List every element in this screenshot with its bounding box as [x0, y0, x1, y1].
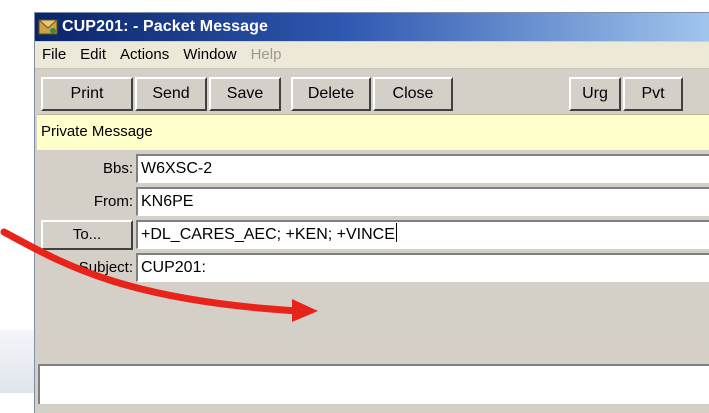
message-body-area[interactable]	[38, 364, 709, 404]
send-button[interactable]: Send	[135, 77, 207, 111]
menu-window[interactable]: Window	[176, 42, 243, 68]
from-row: From: KN6PE	[35, 186, 709, 218]
bbs-field[interactable]: W6XSC-2	[136, 154, 709, 183]
to-field[interactable]: +DL_CARES_AEC; +KEN; +VINCE	[136, 220, 709, 249]
print-button[interactable]: Print	[41, 77, 133, 111]
menu-edit[interactable]: Edit	[73, 42, 113, 68]
to-row: To... +DL_CARES_AEC; +KEN; +VINCE	[35, 219, 709, 251]
packet-message-window: CUP201: - Packet Message File Edit Actio…	[34, 12, 709, 413]
menu-help: Help	[250, 46, 282, 63]
title-bar[interactable]: CUP201: - Packet Message	[35, 13, 709, 41]
from-label: From:	[93, 193, 133, 210]
packet-app-icon	[37, 17, 59, 37]
to-button[interactable]: To...	[41, 220, 133, 250]
bbs-row: Bbs: W6XSC-2	[35, 153, 709, 185]
toolbar: Print Send Save Delete Close Urg Pvt	[35, 69, 709, 111]
subject-label: Subject:	[78, 259, 133, 276]
to-field-text: +DL_CARES_AEC; +KEN; +VINCE	[141, 226, 395, 243]
private-button[interactable]: Pvt	[623, 77, 683, 111]
close-button[interactable]: Close	[373, 77, 453, 111]
menu-actions[interactable]: Actions	[113, 42, 176, 68]
delete-button[interactable]: Delete	[291, 77, 371, 111]
save-button[interactable]: Save	[209, 77, 281, 111]
subject-field[interactable]: CUP201:	[136, 253, 709, 282]
subject-row: Subject: CUP201:	[35, 252, 709, 284]
bbs-label: Bbs:	[102, 160, 133, 177]
from-field[interactable]: KN6PE	[136, 187, 709, 216]
private-message-banner: Private Message	[37, 114, 709, 150]
menu-bar: File Edit Actions Window Help	[35, 42, 709, 69]
urgent-button[interactable]: Urg	[569, 77, 621, 111]
window-title: CUP201: - Packet Message	[62, 18, 269, 35]
menu-file[interactable]: File	[35, 42, 73, 68]
text-caret	[395, 223, 397, 242]
